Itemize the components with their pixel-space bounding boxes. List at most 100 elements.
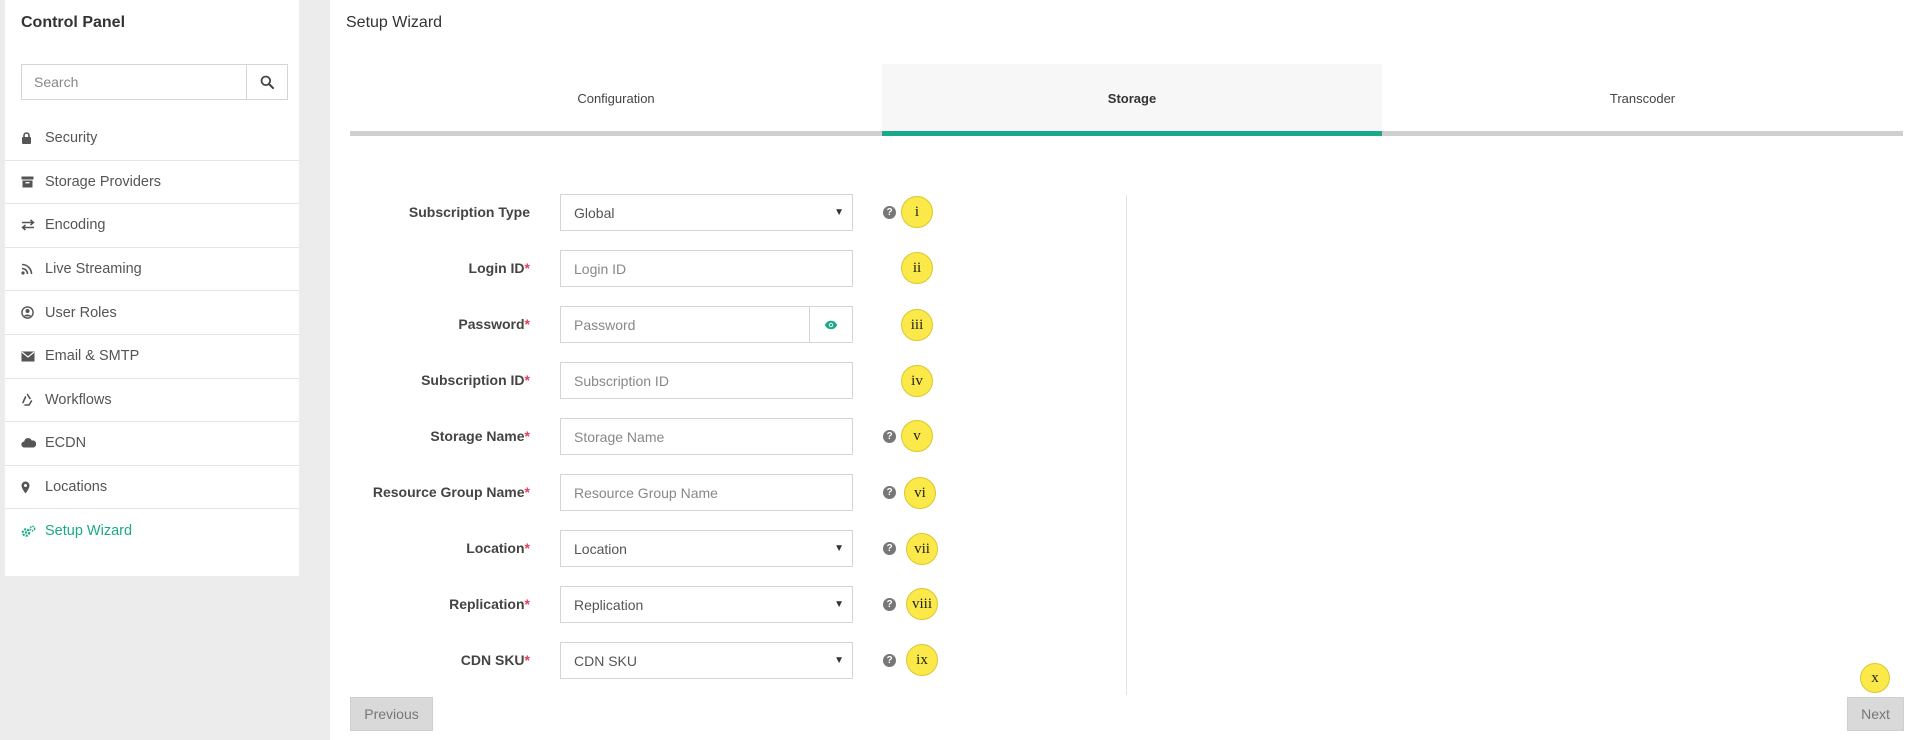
- subscription-type-row: Subscription Type Global ▼ ? i: [330, 194, 1130, 231]
- main-panel: Setup Wizard Configuration Storage Trans…: [330, 0, 1920, 740]
- help-icon[interactable]: ?: [883, 654, 896, 667]
- help-icon[interactable]: ?: [883, 542, 896, 555]
- annotation-badge: iii: [901, 309, 933, 341]
- cdn-sku-select[interactable]: CDN SKU ▼: [560, 642, 853, 679]
- annotation-badge: viii: [906, 588, 938, 620]
- search-button[interactable]: [247, 65, 287, 99]
- replication-select[interactable]: Replication ▼: [560, 586, 853, 623]
- sidebar-item-label: Storage Providers: [45, 173, 162, 190]
- tab-storage[interactable]: Storage: [882, 64, 1382, 133]
- sidebar-item-label: Setup Wizard: [45, 523, 133, 540]
- tab-label: Storage: [1107, 91, 1157, 106]
- subscription-id-row: Subscription ID* iv: [330, 362, 1130, 399]
- cloud-icon: [21, 438, 41, 448]
- sidebar-item-ecdn[interactable]: ECDN: [5, 422, 299, 466]
- help-icon[interactable]: ?: [883, 206, 896, 219]
- caret-down-icon: ▼: [834, 599, 844, 610]
- select-value: Replication: [574, 596, 644, 613]
- caret-down-icon: ▼: [834, 207, 844, 218]
- sidebar-item-label: User Roles: [45, 304, 117, 321]
- tab-configuration[interactable]: Configuration: [350, 64, 882, 133]
- sidebar-item-label: Locations: [45, 479, 108, 496]
- sidebar: Control Panel Security Storage Providers: [5, 0, 299, 576]
- lock-icon: [21, 132, 41, 145]
- sidebar-item-label: Workflows: [45, 391, 112, 408]
- map-marker-icon: [21, 481, 41, 494]
- tab-label: Transcoder: [1609, 91, 1676, 106]
- sidebar-item-label: Encoding: [45, 217, 106, 234]
- search-input[interactable]: [22, 65, 247, 99]
- subscription-id-input[interactable]: [560, 362, 853, 399]
- previous-button[interactable]: Previous: [350, 697, 433, 731]
- login-id-input[interactable]: [560, 250, 853, 287]
- sidebar-item-user-roles[interactable]: User Roles: [5, 291, 299, 335]
- sidebar-item-workflows[interactable]: Workflows: [5, 379, 299, 423]
- caret-down-icon: ▼: [834, 655, 844, 666]
- sidebar-item-security[interactable]: Security: [5, 117, 299, 161]
- resource-group-label: Resource Group Name*: [372, 484, 530, 500]
- next-button[interactable]: Next: [1847, 697, 1904, 731]
- sidebar-item-live-streaming[interactable]: Live Streaming: [5, 248, 299, 292]
- annotation-badge: x: [1860, 663, 1890, 693]
- tab-active-indicator: [882, 131, 1382, 136]
- user-circle-icon: [21, 306, 41, 319]
- password-input[interactable]: [560, 306, 810, 343]
- storage-name-input[interactable]: [560, 418, 853, 455]
- tab-label: Configuration: [577, 91, 655, 106]
- help-icon[interactable]: ?: [883, 598, 896, 611]
- select-value: CDN SKU: [574, 652, 638, 669]
- eye-icon: [824, 320, 838, 329]
- annotation-badge: iv: [901, 365, 933, 397]
- help-icon[interactable]: ?: [883, 430, 896, 443]
- location-label: Location*: [466, 540, 530, 556]
- storage-name-label: Storage Name*: [430, 428, 530, 444]
- annotation-badge: ii: [901, 252, 933, 284]
- sidebar-item-email-smtp[interactable]: Email & SMTP: [5, 335, 299, 379]
- help-icon[interactable]: ?: [883, 486, 896, 499]
- annotation-badge: vii: [906, 533, 938, 565]
- sidebar-item-label: ECDN: [45, 435, 87, 452]
- location-row: Location* Location ▼ ? vii: [330, 530, 1130, 567]
- caret-down-icon: ▼: [834, 543, 844, 554]
- select-value: Location: [574, 540, 627, 557]
- replication-row: Replication* Replication ▼ ? viii: [330, 586, 1130, 623]
- sidebar-item-label: Live Streaming: [45, 261, 142, 278]
- subscription-type-select[interactable]: Global ▼: [560, 194, 853, 231]
- resource-group-row: Resource Group Name* ? vi: [330, 474, 1130, 511]
- sidebar-item-storage-providers[interactable]: Storage Providers: [5, 161, 299, 205]
- search-icon: [260, 75, 274, 89]
- resource-group-input[interactable]: [560, 474, 853, 511]
- exchange-icon: [21, 219, 41, 232]
- annotation-badge: vi: [904, 477, 936, 509]
- replication-label: Replication*: [449, 596, 530, 612]
- recycle-icon: [21, 393, 41, 407]
- rss-icon: [21, 263, 41, 275]
- cdn-sku-label: CDN SKU*: [460, 652, 530, 668]
- page-title: Setup Wizard: [346, 14, 443, 31]
- sidebar-item-encoding[interactable]: Encoding: [5, 204, 299, 248]
- subscription-type-label: Subscription Type: [408, 204, 530, 220]
- archive-icon: [21, 176, 41, 188]
- annotation-badge: ix: [906, 644, 938, 676]
- search-box: [21, 64, 288, 100]
- sidebar-item-setup-wizard[interactable]: Setup Wizard: [5, 509, 299, 553]
- select-value: Global: [574, 204, 615, 221]
- toggle-password-button[interactable]: [810, 306, 853, 343]
- subscription-id-label: Subscription ID*: [421, 372, 530, 388]
- sidebar-item-locations[interactable]: Locations: [5, 466, 299, 510]
- sidebar-nav: Security Storage Providers Encoding Live…: [5, 117, 299, 553]
- annotation-badge: v: [901, 420, 933, 452]
- envelope-icon: [21, 351, 41, 362]
- sidebar-item-label: Email & SMTP: [45, 348, 140, 365]
- storage-name-row: Storage Name* ? v: [330, 418, 1130, 455]
- sidebar-item-label: Security: [45, 130, 98, 147]
- annotation-badge: i: [901, 196, 933, 228]
- password-row: Password* iii: [330, 306, 1130, 343]
- login-id-label: Login ID*: [468, 260, 530, 276]
- tab-transcoder[interactable]: Transcoder: [1382, 64, 1903, 133]
- location-select[interactable]: Location ▼: [560, 530, 853, 567]
- cogs-icon: [21, 525, 41, 538]
- cdn-sku-row: CDN SKU* CDN SKU ▼ ? ix: [330, 642, 1130, 679]
- password-label: Password*: [458, 316, 530, 332]
- login-id-row: Login ID* ii: [330, 250, 1130, 287]
